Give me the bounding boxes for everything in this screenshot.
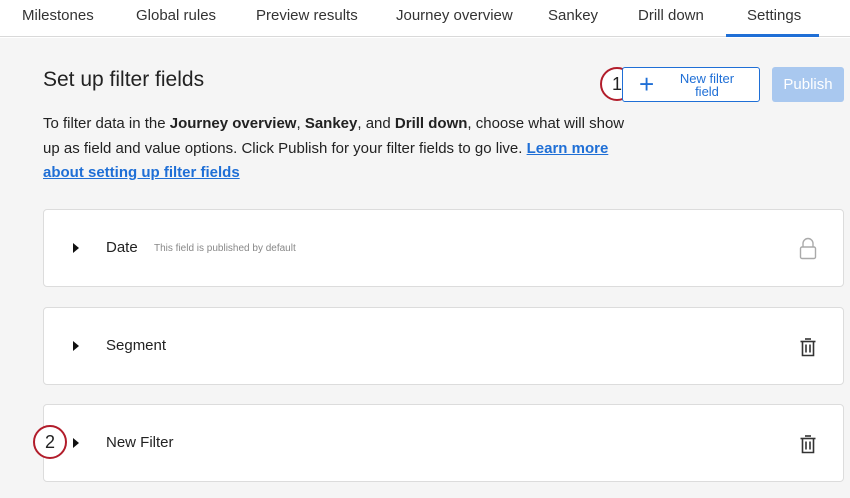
filter-field-card-date: Date This field is published by default [43, 209, 844, 287]
page-title: Set up filter fields [43, 68, 205, 91]
expand-caret-icon[interactable] [73, 341, 79, 351]
plus-icon: + [639, 69, 655, 99]
callout-marker-2: 2 [33, 425, 67, 459]
description-bold-drill-down: Drill down [394, 115, 468, 132]
description-part: , and [357, 115, 395, 132]
description-bold-sankey: Sankey [304, 115, 358, 132]
tab-drill-down[interactable]: Drill down [638, 7, 704, 24]
field-label-segment: Segment [106, 337, 167, 354]
field-note: This field is published by default [154, 243, 296, 254]
description-part: To filter data in the [43, 115, 170, 132]
tab-settings[interactable]: Settings [747, 7, 801, 24]
expand-caret-icon[interactable] [73, 438, 79, 448]
new-filter-field-button[interactable]: + New filter field [622, 67, 760, 102]
filter-field-card-new-filter: New Filter [43, 404, 844, 482]
trash-icon[interactable] [797, 335, 819, 359]
tab-preview-results[interactable]: Preview results [256, 7, 358, 24]
publish-button[interactable]: Publish [772, 67, 844, 102]
new-filter-field-label: New filter field [679, 71, 735, 99]
description-part: , [296, 115, 305, 132]
lock-icon [799, 237, 817, 260]
active-tab-indicator [726, 34, 819, 37]
trash-icon[interactable] [797, 432, 819, 456]
tab-global-rules[interactable]: Global rules [136, 7, 216, 24]
tab-journey-overview[interactable]: Journey overview [396, 7, 513, 24]
description-bold-journey-overview: Journey overview [169, 115, 297, 132]
tab-sankey[interactable]: Sankey [548, 7, 598, 24]
description-text: To filter data in the Journey overview , … [43, 112, 643, 186]
field-label-date: Date [106, 239, 138, 256]
tab-milestones[interactable]: Milestones [22, 7, 94, 24]
tab-bar: Milestones Global rules Preview results … [0, 0, 850, 37]
expand-caret-icon[interactable] [73, 243, 79, 253]
filter-field-card-segment: Segment [43, 307, 844, 385]
field-label-new-filter: New Filter [106, 434, 174, 451]
